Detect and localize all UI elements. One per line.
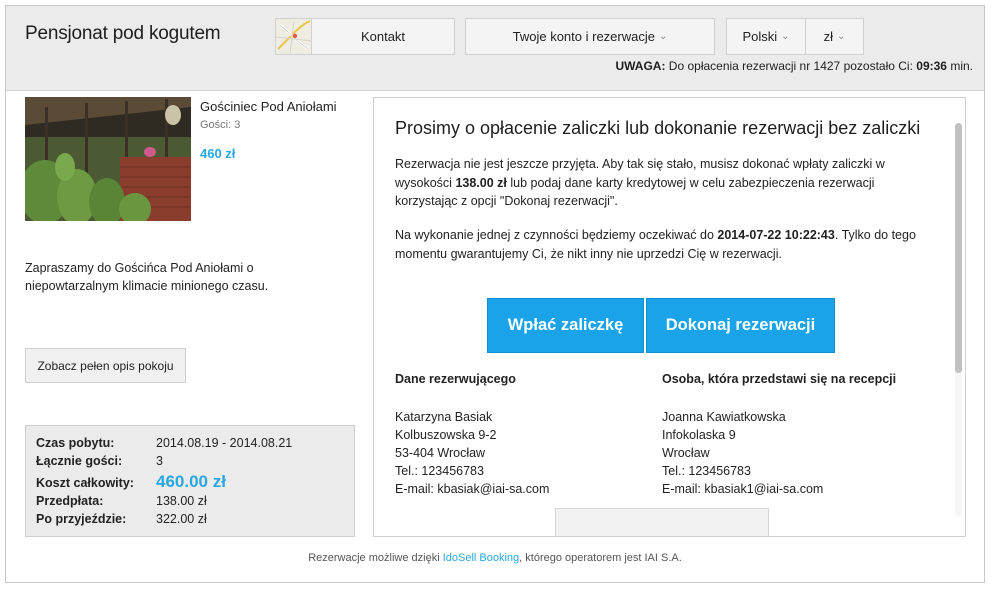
deadline-text-a: Na wykonanie jednej z czynności będziemy…	[395, 228, 718, 242]
footer-text-b: , którego operatorem jest IAI S.A.	[519, 552, 682, 564]
map-icon	[276, 19, 312, 54]
language-label: Polski	[742, 29, 778, 44]
total-cost: 460.00 zł	[156, 472, 226, 491]
guest-line: Tel.: 123456783	[662, 464, 751, 478]
booking-summary: Czas pobytu: 2014.08.19 - 2014.08.21 Łąc…	[25, 425, 355, 537]
summary-key: Czas pobytu:	[36, 436, 115, 450]
payment-warning: UWAGA: Do opłacenia rezerwacji nr 1427 p…	[615, 59, 973, 73]
summary-value: 138.00 zł	[156, 494, 207, 508]
make-reservation-button[interactable]: Dokonaj rezerwacji	[646, 298, 835, 353]
summary-row: Po przyjeździe: 322.00 zł	[36, 512, 344, 530]
guest-heading: Osoba, która przedstawi się na recepcji	[662, 372, 897, 386]
payment-panel: Prosimy o opłacenie zaliczki lub dokonan…	[373, 97, 966, 537]
guest-line: Wrocław	[662, 446, 710, 460]
summary-value: 3	[156, 454, 163, 468]
booker-details: Dane rezerwującego Katarzyna Basiak Kolb…	[395, 372, 655, 498]
summary-row: Łącznie gości: 3	[36, 454, 344, 472]
booker-line: Tel.: 123456783	[395, 464, 484, 478]
chevron-down-icon: ⌄	[658, 31, 668, 42]
warning-text: Do opłacenia rezerwacji nr 1427 pozostał…	[665, 59, 917, 73]
panel-deadline-text: Na wykonanie jednej z czynności będziemy…	[395, 226, 940, 263]
summary-key: Koszt całkowity:	[36, 476, 134, 490]
footer-text-a: Rezerwacje możliwe dzięki	[308, 552, 443, 564]
room-guests: Gości: 3	[200, 119, 241, 131]
footer: Rezerwacje możliwe dzięki IdoSell Bookin…	[6, 552, 984, 564]
guest-details: Osoba, która przedstawi się na recepcji …	[662, 372, 922, 498]
panel-info-text: Rezerwacja nie jest jeszcze przyjęta. Ab…	[395, 155, 940, 211]
currency-label: zł	[823, 29, 833, 44]
summary-key: Przedpłata:	[36, 494, 104, 508]
booker-line: 53-404 Wrocław	[395, 446, 486, 460]
room-name[interactable]: Gościniec Pod Aniołami	[200, 99, 337, 114]
warning-time: 09:36	[916, 59, 947, 73]
contact-button[interactable]: Kontakt	[275, 18, 455, 55]
warning-unit: min.	[946, 59, 973, 73]
partially-visible-button[interactable]	[555, 508, 769, 536]
panel-scrollbar[interactable]	[955, 123, 962, 516]
deposit-amount: 138.00 zł	[455, 175, 507, 190]
deadline-date: 2014-07-22 10:22:43	[717, 228, 835, 242]
page-frame: Pensjonat pod kogutem Kontakt Twoje kont…	[5, 5, 985, 583]
header: Pensjonat pod kogutem Kontakt Twoje kont…	[6, 6, 984, 91]
summary-row-total: Koszt całkowity: 460.00 zł	[36, 472, 344, 494]
account-dropdown[interactable]: Twoje konto i rezerwacje ⌄	[465, 18, 715, 55]
summary-key: Po przyjeździe:	[36, 512, 127, 526]
full-description-button[interactable]: Zobacz pełen opis pokoju	[25, 348, 186, 383]
guest-line: Joanna Kawiatkowska	[662, 410, 786, 424]
guest-line: E-mail: kbasiak1@iai-sa.com	[662, 482, 824, 496]
booker-heading: Dane rezerwującego	[395, 372, 516, 386]
booker-line: Kolbuszowska 9-2	[395, 428, 497, 442]
summary-value: 2014.08.19 - 2014.08.21	[156, 436, 293, 450]
contact-label: Kontakt	[360, 29, 406, 44]
idosell-link[interactable]: IdoSell Booking	[443, 552, 519, 564]
chevron-down-icon: ⌄	[837, 31, 846, 42]
room-price: 460 zł	[200, 146, 236, 161]
summary-row: Przedpłata: 138.00 zł	[36, 494, 344, 512]
language-dropdown[interactable]: Polski ⌄	[726, 18, 806, 55]
booker-line: E-mail: kbasiak@iai-sa.com	[395, 482, 550, 496]
summary-key: Łącznie gości:	[36, 454, 123, 468]
account-label: Twoje konto i rezerwacje	[512, 29, 655, 44]
currency-dropdown[interactable]: zł ⌄	[805, 18, 864, 55]
warning-label: UWAGA:	[615, 59, 666, 73]
booker-line: Katarzyna Basiak	[395, 410, 493, 424]
scrollbar-thumb[interactable]	[955, 123, 962, 373]
chevron-down-icon: ⌄	[781, 31, 790, 42]
panel-title: Prosimy o opłacenie zaliczki lub dokonan…	[395, 118, 921, 138]
summary-row: Czas pobytu: 2014.08.19 - 2014.08.21	[36, 436, 344, 454]
guest-line: Infokolaska 9	[662, 428, 736, 442]
pay-deposit-button[interactable]: Wpłać zaliczkę	[487, 298, 644, 353]
room-description: Zapraszamy do Gościńca Pod Aniołami o ni…	[25, 261, 269, 293]
summary-value: 322.00 zł	[156, 512, 207, 526]
room-photo[interactable]	[25, 97, 191, 221]
site-title[interactable]: Pensjonat pod kogutem	[25, 23, 221, 45]
